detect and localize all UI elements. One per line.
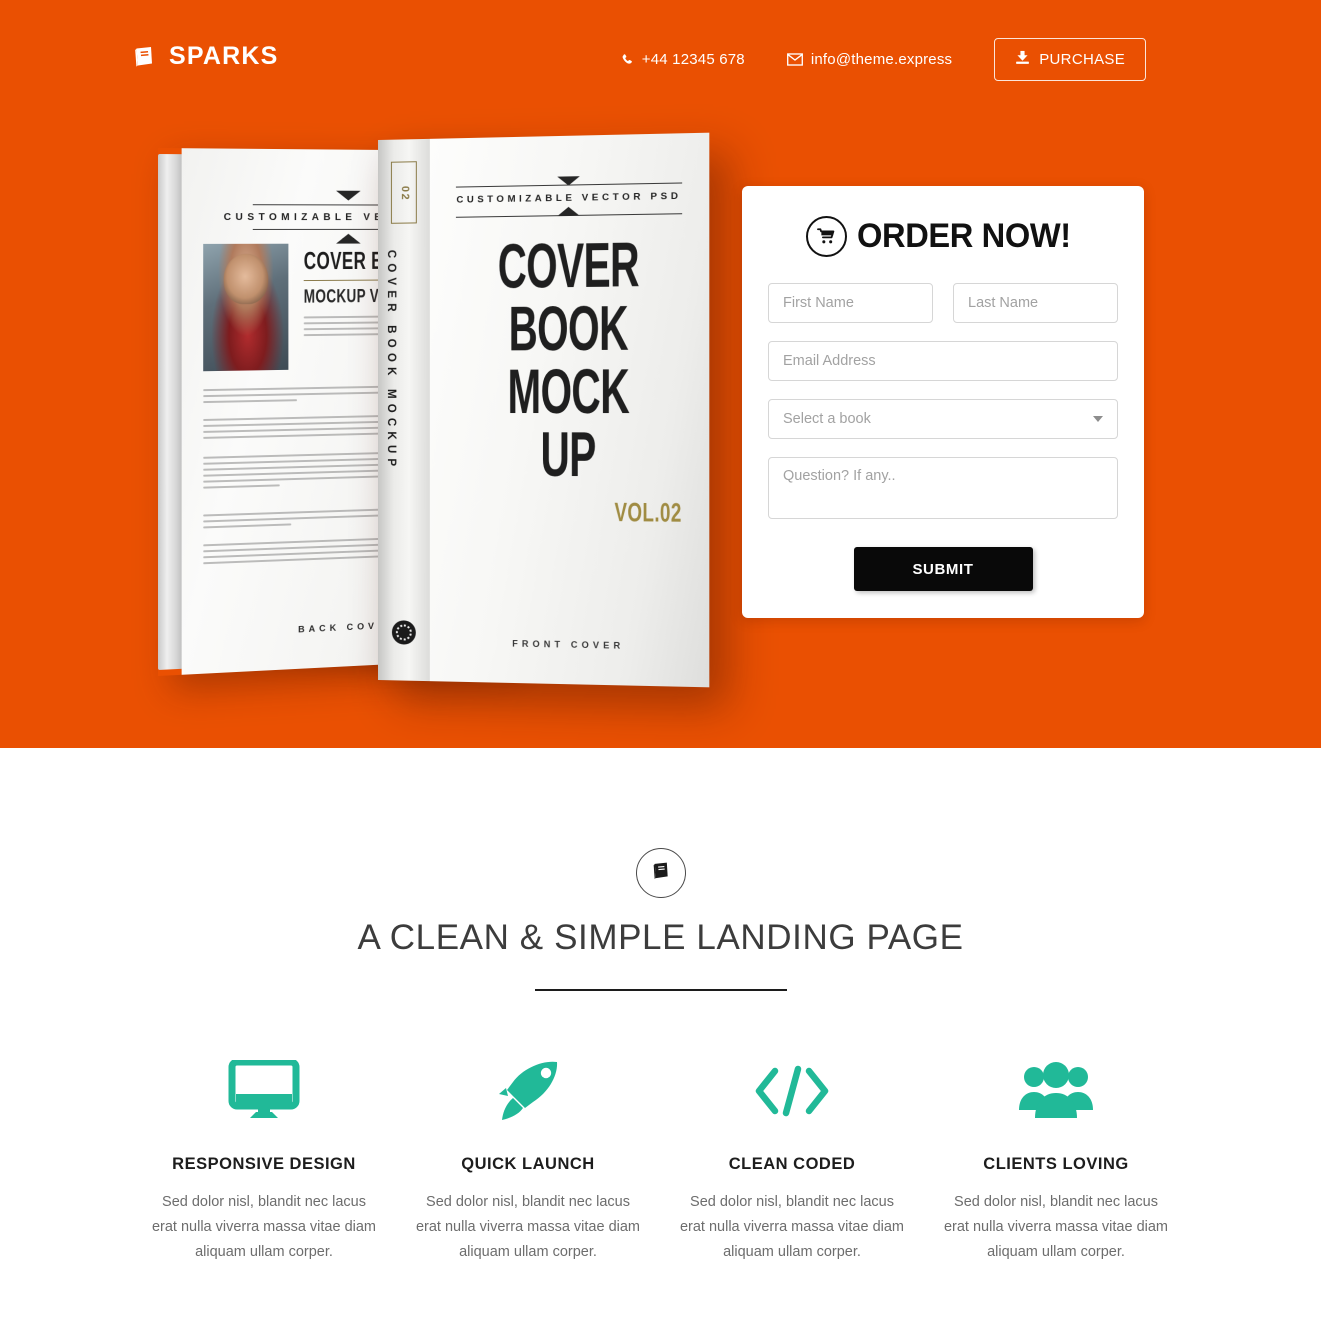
order-form-card: ORDER NOW! Select a book SUBMIT — [742, 186, 1144, 618]
feature-description: Sed dolor nisl, blandit nec lacus erat n… — [151, 1194, 377, 1260]
book-select-value: Select a book — [783, 411, 871, 427]
book-select[interactable]: Select a book — [768, 399, 1118, 439]
section-book-icon-circle — [635, 848, 686, 898]
front-cover-title-line-4: UP — [540, 420, 596, 491]
spine-seal — [391, 620, 416, 645]
feature-title: CLEAN CODED — [728, 1155, 856, 1173]
section-divider — [534, 989, 787, 991]
header-phone-text: +44 12345 678 — [641, 51, 745, 68]
book-icon — [651, 861, 671, 886]
back-cover-photo — [203, 243, 289, 372]
purchase-button[interactable]: PURCHASE — [994, 38, 1146, 81]
header-email[interactable]: info@theme.express — [786, 51, 953, 68]
feature-description: Sed dolor nisl, blandit nec lacus erat n… — [415, 1194, 641, 1260]
feature-title: RESPONSIVE DESIGN — [172, 1155, 356, 1173]
front-cover-title-line-1: COVER — [497, 230, 639, 302]
brand-logo[interactable]: SPARKS — [132, 42, 279, 71]
book-icon — [132, 45, 156, 69]
name-fields-row — [768, 283, 1118, 323]
brand-name: SPARKS — [169, 42, 279, 70]
front-cover-title-line-2: BOOK — [508, 293, 628, 365]
front-cover-star-bottom — [556, 206, 580, 217]
email-input[interactable] — [768, 341, 1118, 381]
header-phone[interactable]: +44 12345 678 — [621, 51, 745, 68]
spine-title: COVER BOOK MOCKUP — [384, 249, 397, 472]
spine-volume-box: 02 — [390, 161, 417, 224]
hero-section: SPARKS +44 12345 678 info@theme.express … — [0, 0, 1321, 748]
rocket-icon — [414, 1055, 642, 1127]
front-cover-volume: VOL.02 — [614, 496, 683, 528]
submit-button[interactable]: SUBMIT — [853, 547, 1033, 591]
header-contact-group: +44 12345 678 info@theme.express PURCHAS… — [621, 38, 1146, 81]
desktop-monitor-icon — [150, 1055, 378, 1127]
front-cover-title: COVER BOOK MOCK UP — [430, 230, 709, 491]
shopping-cart-icon — [806, 216, 848, 257]
book-mockup-image: CUSTOMIZABLE VECTOR PSD COVER BOOK MOCKU… — [150, 132, 720, 688]
front-cover-kicker: CUSTOMIZABLE VECTOR PSD — [456, 190, 682, 206]
feature-card-responsive-design: RESPONSIVE DESIGN Sed dolor nisl, blandi… — [132, 1055, 396, 1265]
front-cover-book: 02 COVER BOOK MOCKUP CUSTOMIZABLE VECTOR… — [378, 132, 710, 688]
book-spine: 02 COVER BOOK MOCKUP — [378, 138, 430, 682]
envelope-icon — [786, 53, 803, 66]
chevron-down-icon — [1093, 416, 1103, 422]
feature-description: Sed dolor nisl, blandit nec lacus erat n… — [943, 1194, 1169, 1260]
last-name-input[interactable] — [953, 283, 1118, 323]
purchase-button-label: PURCHASE — [1039, 51, 1125, 68]
feature-grid: RESPONSIVE DESIGN Sed dolor nisl, blandi… — [132, 1055, 1189, 1265]
feature-description: Sed dolor nisl, blandit nec lacus erat n… — [679, 1194, 905, 1260]
features-section: A CLEAN & SIMPLE LANDING PAGE RESPONSIVE… — [0, 748, 1321, 1321]
feature-card-clean-coded: CLEAN CODED Sed dolor nisl, blandit nec … — [660, 1055, 924, 1265]
download-icon — [1015, 50, 1030, 69]
back-cover-page-edge — [158, 154, 184, 670]
section-title: A CLEAN & SIMPLE LANDING PAGE — [357, 918, 964, 957]
feature-card-quick-launch: QUICK LAUNCH Sed dolor nisl, blandit nec… — [396, 1055, 660, 1265]
feature-title: QUICK LAUNCH — [461, 1155, 595, 1173]
code-brackets-icon — [678, 1055, 906, 1127]
front-cover-face: CUSTOMIZABLE VECTOR PSD COVER BOOK MOCK … — [429, 132, 710, 688]
front-cover-footer: FRONT COVER — [512, 638, 625, 651]
site-header: SPARKS +44 12345 678 info@theme.express … — [0, 0, 1321, 110]
first-name-input[interactable] — [768, 283, 933, 323]
order-form-title: ORDER NOW! — [857, 217, 1071, 255]
feature-title: CLIENTS LOVING — [983, 1155, 1129, 1173]
submit-row: SUBMIT — [768, 547, 1118, 591]
spine-volume-number: 02 — [398, 185, 411, 202]
feature-card-clients-loving: CLIENTS LOVING Sed dolor nisl, blandit n… — [924, 1055, 1188, 1265]
phone-icon — [621, 53, 634, 67]
header-email-text: info@theme.express — [810, 51, 953, 68]
email-field-row — [768, 341, 1118, 381]
front-cover-title-line-3: MOCK — [507, 356, 630, 428]
question-textarea[interactable] — [768, 457, 1118, 519]
order-form-header: ORDER NOW! — [768, 216, 1118, 257]
users-group-icon — [942, 1055, 1170, 1127]
